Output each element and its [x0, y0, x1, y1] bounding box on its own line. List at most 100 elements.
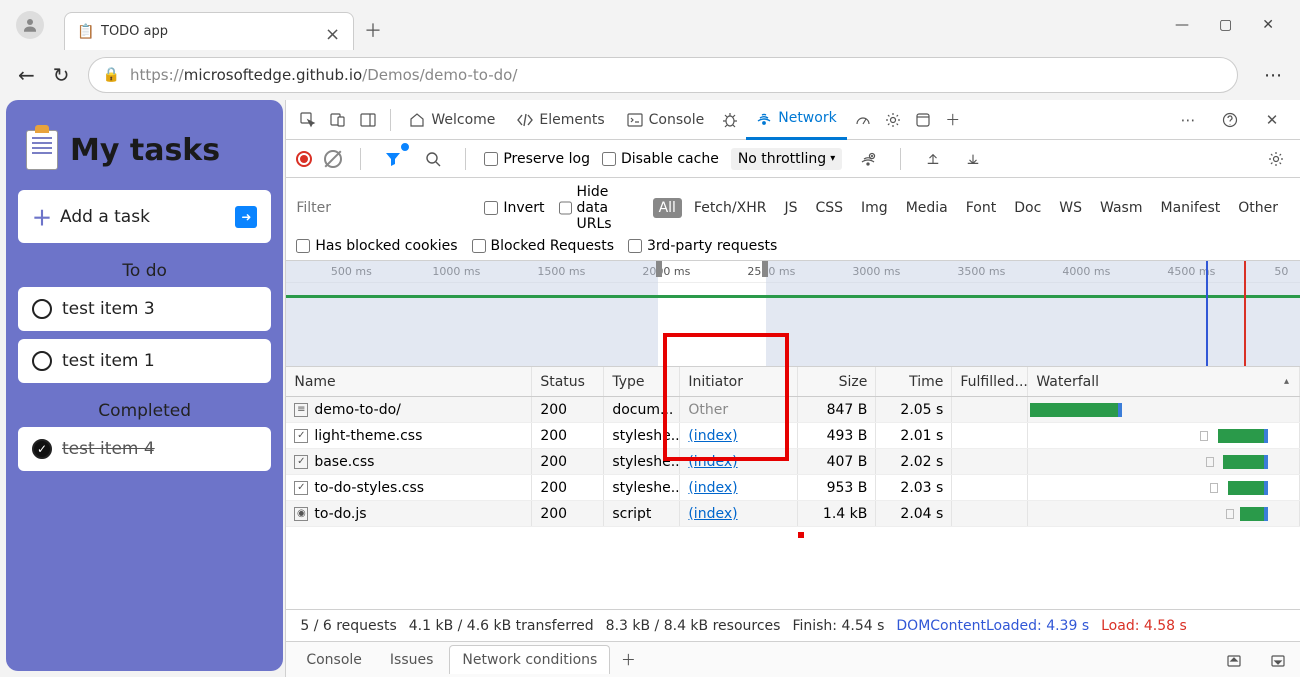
- filter-type-doc[interactable]: Doc: [1008, 198, 1047, 218]
- invert-checkbox[interactable]: Invert: [484, 200, 544, 216]
- network-toolbar: Preserve log Disable cache No throttling…: [286, 140, 1300, 178]
- drawer-tab-network-conditions[interactable]: Network conditions: [449, 645, 610, 674]
- filter-toggle-icon[interactable]: [379, 145, 407, 173]
- search-icon[interactable]: [419, 145, 447, 173]
- col-fulfilled[interactable]: Fulfilled...: [952, 367, 1028, 396]
- drawer-expand-icon[interactable]: [1220, 646, 1248, 674]
- filter-type-manifest[interactable]: Manifest: [1154, 198, 1226, 218]
- window-close-icon[interactable]: ✕: [1262, 17, 1274, 33]
- bug-icon[interactable]: [716, 106, 744, 134]
- file-icon: ✓: [294, 481, 308, 495]
- import-har-icon[interactable]: [919, 145, 947, 173]
- address-bar[interactable]: 🔒 https://microsoftedge.github.io/Demos/…: [88, 57, 1238, 93]
- cell-size: 1.4 kB: [798, 501, 876, 526]
- app-icon[interactable]: [909, 106, 937, 134]
- filter-type-wasm[interactable]: Wasm: [1094, 198, 1148, 218]
- network-settings-icon[interactable]: [1262, 145, 1290, 173]
- col-time[interactable]: Time: [876, 367, 952, 396]
- filter-type-css[interactable]: CSS: [809, 198, 849, 218]
- filter-input[interactable]: [296, 200, 470, 216]
- filter-type-js[interactable]: JS: [778, 198, 803, 218]
- inspect-element-icon[interactable]: [294, 106, 322, 134]
- table-row[interactable]: ≡demo-to-do/200docum...Other847 B2.05 s: [286, 397, 1300, 423]
- performance-icon[interactable]: [849, 106, 877, 134]
- filter-type-img[interactable]: Img: [855, 198, 894, 218]
- throttling-dropdown[interactable]: No throttling ▾: [731, 148, 842, 170]
- filter-type-fetchxhr[interactable]: Fetch/XHR: [688, 198, 773, 218]
- browser-menu-icon[interactable]: ⋯: [1264, 65, 1282, 86]
- maximize-icon[interactable]: ▢: [1219, 17, 1232, 33]
- cell-status: 200: [532, 501, 604, 526]
- browser-toolbar: ← ↻ 🔒 https://microsoftedge.github.io/De…: [0, 50, 1300, 100]
- col-size[interactable]: Size: [798, 367, 876, 396]
- gear-icon[interactable]: [879, 106, 907, 134]
- drawer-add-icon[interactable]: ＋: [614, 646, 642, 674]
- record-button[interactable]: [296, 151, 312, 167]
- col-name[interactable]: Name: [286, 367, 532, 396]
- plus-icon: ＋: [32, 202, 52, 231]
- clear-button[interactable]: [324, 150, 342, 168]
- task-item[interactable]: test item 1: [18, 339, 271, 383]
- tab-welcome[interactable]: Welcome: [399, 100, 505, 140]
- new-tab-button[interactable]: ＋: [364, 17, 382, 43]
- device-toggle-icon[interactable]: [324, 106, 352, 134]
- cell-initiator[interactable]: (index): [688, 480, 737, 496]
- more-icon[interactable]: ⋯: [1174, 106, 1202, 134]
- drawer-tab-issues[interactable]: Issues: [378, 646, 446, 674]
- network-timeline[interactable]: 500 ms1000 ms1500 ms2000 ms2500 ms3000 m…: [286, 261, 1300, 367]
- devtools-panel: Welcome Elements Console Network ＋ ⋯: [285, 100, 1300, 677]
- has-blocked-cookies-checkbox[interactable]: Has blocked cookies: [296, 238, 457, 254]
- todo-app-panel: My tasks ＋ Add a task ➜ To do test item …: [6, 100, 283, 671]
- task-item[interactable]: test item 3: [18, 287, 271, 331]
- minimize-icon[interactable]: —: [1175, 17, 1189, 33]
- lock-icon[interactable]: 🔒: [103, 67, 120, 83]
- dock-side-icon[interactable]: [354, 106, 382, 134]
- task-checkbox-icon[interactable]: [32, 299, 52, 319]
- tab-elements[interactable]: Elements: [507, 100, 614, 140]
- network-conditions-icon[interactable]: [854, 145, 882, 173]
- timeline-handle-right[interactable]: [762, 261, 768, 277]
- close-devtools-icon[interactable]: ✕: [1258, 106, 1286, 134]
- preserve-log-checkbox[interactable]: Preserve log: [484, 151, 590, 167]
- task-item-completed[interactable]: test item 4: [18, 427, 271, 471]
- third-party-checkbox[interactable]: 3rd-party requests: [628, 238, 777, 254]
- help-icon[interactable]: [1216, 106, 1244, 134]
- drawer-collapse-icon[interactable]: [1264, 646, 1292, 674]
- tab-network[interactable]: Network: [746, 100, 846, 140]
- cell-initiator[interactable]: (index): [688, 506, 737, 522]
- hide-data-urls-checkbox[interactable]: Hide data URLs: [559, 184, 639, 232]
- table-row[interactable]: ✓to-do-styles.css200styleshe...(index)95…: [286, 475, 1300, 501]
- status-dcl: DOMContentLoaded: 4.39 s: [896, 618, 1089, 634]
- filter-type-font[interactable]: Font: [960, 198, 1002, 218]
- table-row[interactable]: ◉to-do.js200script(index)1.4 kB2.04 s: [286, 501, 1300, 527]
- submit-arrow-icon[interactable]: ➜: [235, 206, 257, 228]
- add-task-button[interactable]: ＋ Add a task ➜: [18, 190, 271, 243]
- export-har-icon[interactable]: [959, 145, 987, 173]
- table-row[interactable]: ✓base.css200styleshe...(index)407 B2.02 …: [286, 449, 1300, 475]
- filter-type-other[interactable]: Other: [1232, 198, 1284, 218]
- profile-icon[interactable]: [16, 11, 44, 39]
- col-status[interactable]: Status: [532, 367, 604, 396]
- tab-console[interactable]: Console: [617, 100, 715, 140]
- blocked-requests-checkbox[interactable]: Blocked Requests: [472, 238, 614, 254]
- browser-tab[interactable]: 📋 TODO app ×: [64, 12, 354, 50]
- cell-status: 200: [532, 475, 604, 500]
- back-button[interactable]: ←: [18, 63, 35, 87]
- filter-type-ws[interactable]: WS: [1053, 198, 1088, 218]
- filter-type-media[interactable]: Media: [900, 198, 954, 218]
- add-tab-icon[interactable]: ＋: [939, 106, 967, 134]
- cell-time: 2.02 s: [876, 449, 952, 474]
- table-row[interactable]: ✓light-theme.css200styleshe...(index)493…: [286, 423, 1300, 449]
- task-checkbox-icon[interactable]: [32, 351, 52, 371]
- disable-cache-checkbox[interactable]: Disable cache: [602, 151, 719, 167]
- refresh-button[interactable]: ↻: [53, 63, 70, 87]
- col-waterfall[interactable]: Waterfall▴: [1028, 367, 1300, 396]
- filter-type-all[interactable]: All: [653, 198, 682, 218]
- file-icon: ✓: [294, 455, 308, 469]
- tab-favicon-icon: 📋: [77, 24, 93, 40]
- timeline-handle-left[interactable]: [656, 261, 662, 277]
- tab-close-icon[interactable]: ×: [325, 24, 341, 40]
- table-header[interactable]: Name Status Type Initiator Size Time Ful…: [286, 367, 1300, 397]
- task-checkbox-icon[interactable]: [32, 439, 52, 459]
- drawer-tab-console[interactable]: Console: [294, 646, 374, 674]
